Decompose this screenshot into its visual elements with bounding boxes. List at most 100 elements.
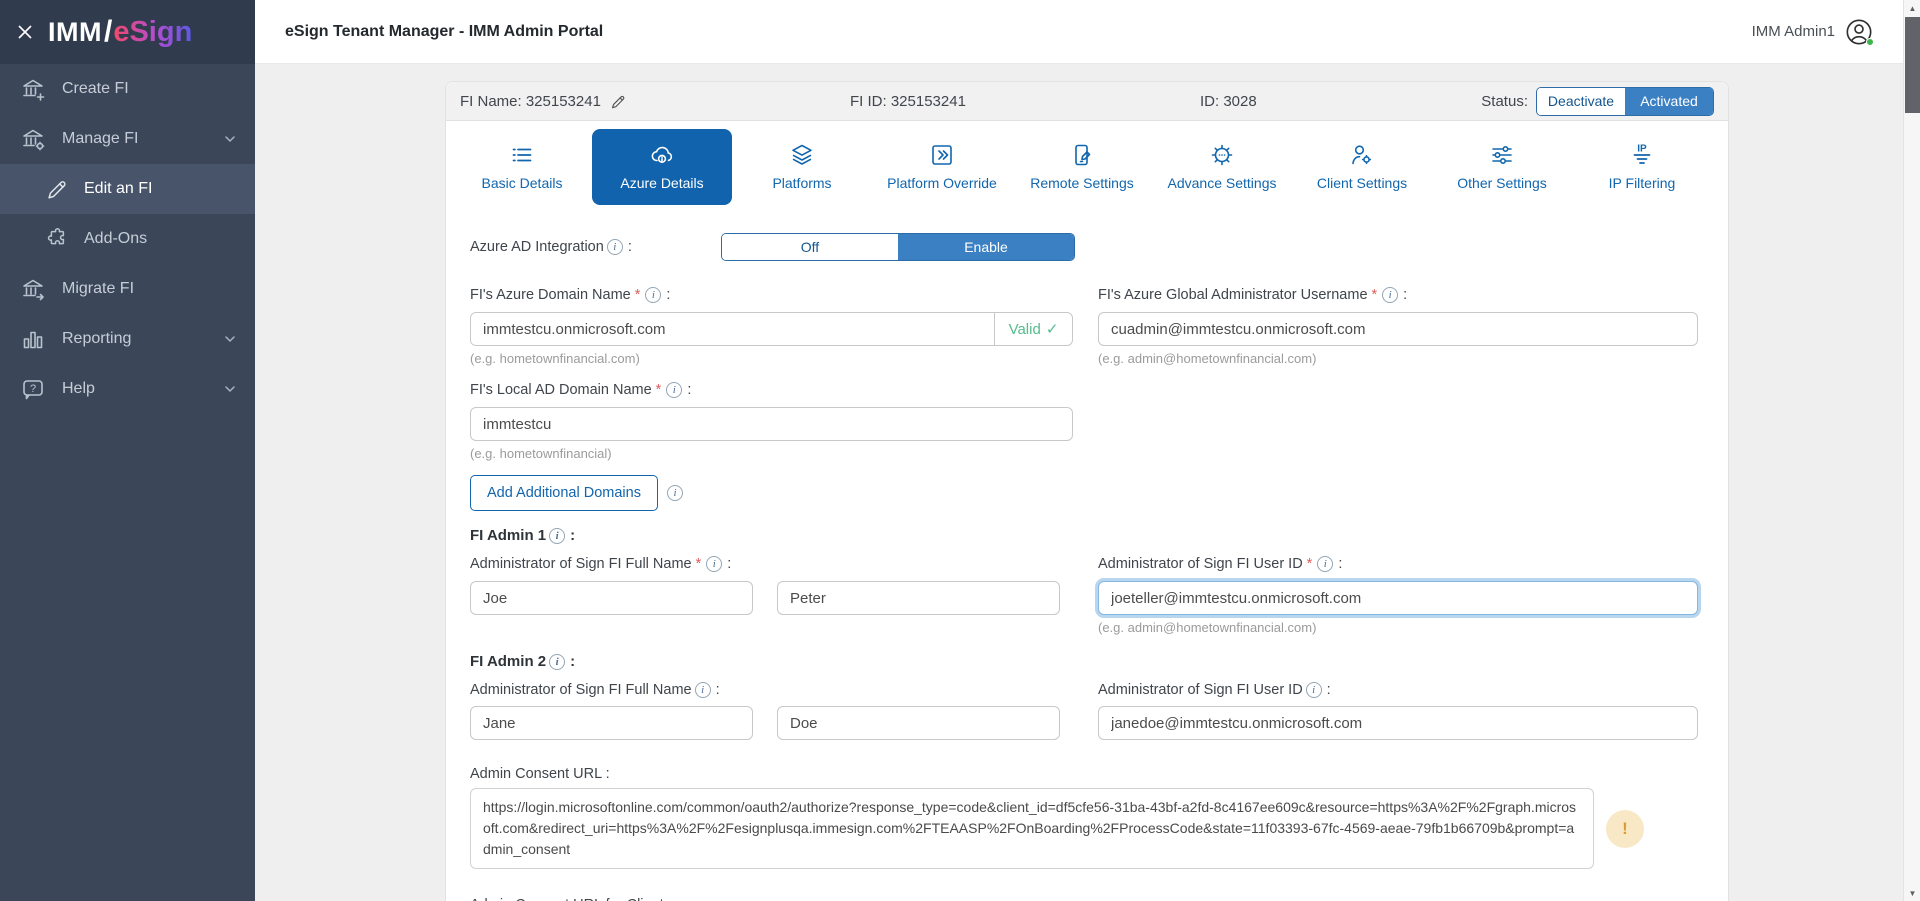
tab-bar: Basic Details Azure Details Platforms Pl… [446,121,1728,205]
deactivate-button[interactable]: Deactivate [1537,87,1625,115]
layers-icon [789,142,815,168]
sidebar-item-edit-an-fi[interactable]: Edit an FI [0,164,255,214]
tab-label: Basic Details [481,175,563,191]
puzzle-icon [44,227,68,251]
info-icon[interactable]: i [1317,556,1334,572]
tab-platform-override[interactable]: Platform Override [872,129,1012,205]
edit-fi-name-icon[interactable] [609,93,626,110]
close-icon[interactable] [14,21,36,43]
tab-label: Client Settings [1316,175,1408,191]
top-header: eSign Tenant Manager - IMM Admin Portal … [255,0,1903,64]
cloud-info-icon [649,142,675,168]
admin2-user-id-input[interactable] [1098,706,1698,740]
help-bubble-icon: ? [20,376,46,402]
fi-info-bar: FI Name: 325153241 FI ID: 325153241 ID: … [446,82,1728,121]
admin1-full-name-label: Administrator of Sign FI Full Name * i : [470,556,732,572]
bank-arrow-icon [20,276,46,302]
add-additional-domains-button[interactable]: Add Additional Domains [470,475,658,511]
info-icon[interactable]: i [706,556,723,572]
info-icon[interactable]: i [549,653,566,670]
chevron-down-icon [223,332,237,346]
tab-azure-details[interactable]: Azure Details [592,129,732,205]
info-icon[interactable]: i [549,527,566,544]
admin2-last-name-input[interactable] [777,706,1060,740]
tab-label: Remote Settings [1030,175,1134,191]
tab-label: Advance Settings [1167,175,1277,191]
valid-badge: Valid ✓ [994,313,1072,345]
ip-filter-icon: IP [1629,142,1655,168]
sidebar-header: IMM / eSign [0,0,255,64]
tab-client-settings[interactable]: Client Settings [1292,129,1432,205]
admin-consent-url-value: https://login.microsoftonline.com/common… [470,788,1594,869]
admin1-first-name-input[interactable] [470,581,753,615]
admin2-first-name-input[interactable] [470,706,753,740]
sidebar-item-label: Reporting [62,330,132,347]
user-menu[interactable]: IMM Admin1 [1751,18,1874,46]
pencil-icon [44,177,68,201]
azure-ad-integration-label: Azure AD Integration i : [470,239,632,255]
admin-consent-url-label: Admin Consent URL : [470,766,610,782]
scroll-up-arrow-icon[interactable]: ▲ [1904,0,1920,16]
tab-ip-filtering[interactable]: IP IP Filtering [1572,129,1712,205]
svg-text:IP: IP [1637,144,1647,155]
imm-esign-logo: IMM / eSign [48,15,192,49]
sidebar-item-label: Migrate FI [62,280,135,297]
sidebar-item-manage-fi[interactable]: Manage FI [0,114,255,164]
online-status-dot [1866,37,1874,46]
info-icon[interactable]: i [606,239,623,255]
admin1-user-id-input[interactable] [1098,581,1698,615]
sidebar-item-label: Add-Ons [84,230,148,247]
scroll-down-arrow-icon[interactable]: ▼ [1904,885,1920,901]
chevron-down-icon [223,382,237,396]
info-icon[interactable]: i [666,485,683,501]
tab-label: Platform Override [887,175,997,191]
global-admin-input[interactable] [1098,312,1698,346]
admin1-user-id-label: Administrator of Sign FI User ID * i : [1098,556,1343,572]
sidebar-item-create-fi[interactable]: Create FI [0,64,255,114]
info-icon[interactable]: i [1305,682,1322,698]
fi-details-card: FI Name: 325153241 FI ID: 325153241 ID: … [445,81,1729,901]
sidebar-item-reporting[interactable]: Reporting [0,314,255,364]
bank-gear-icon [20,126,46,152]
info-icon[interactable]: i [694,682,711,698]
sliders-icon [1489,142,1515,168]
info-icon[interactable]: i [666,382,683,398]
tab-remote-settings[interactable]: Remote Settings [1012,129,1152,205]
azure-details-form: Azure AD Integration i : Off Enable FI's… [446,205,1728,901]
info-icon[interactable]: i [645,287,662,303]
svg-text:?: ? [30,383,36,395]
local-ad-input[interactable] [470,407,1073,441]
sidebar-item-label: Help [62,380,95,397]
logo-slash: / [103,15,113,48]
sidebar-item-add-ons[interactable]: Add-Ons [0,214,255,264]
avatar[interactable] [1845,18,1874,46]
sidebar-item-help[interactable]: ? Help [0,364,255,414]
fi-admin1-heading: FI Admin 1 i : [470,527,576,544]
local-ad-hint: (e.g. hometownfinancial) [470,446,612,461]
admin1-last-name-input[interactable] [777,581,1060,615]
status-label: Status: [1481,92,1528,110]
activated-button[interactable]: Activated [1625,87,1713,115]
tab-advance-settings[interactable]: Advance Settings [1152,129,1292,205]
admin1-user-id-hint: (e.g. admin@hometownfinancial.com) [1098,620,1317,635]
sidebar-item-label: Manage FI [62,130,139,147]
azure-domain-input[interactable] [471,313,994,345]
box-forward-icon [929,142,955,168]
info-icon[interactable]: i [1382,287,1399,303]
toggle-off-button[interactable]: Off [722,234,898,260]
main-content: FI Name: 325153241 FI ID: 325153241 ID: … [255,64,1903,901]
sidebar-item-migrate-fi[interactable]: Migrate FI [0,264,255,314]
tab-label: IP Filtering [1608,175,1676,191]
warning-icon[interactable]: ! [1606,809,1644,848]
fi-id-text: FI ID: 325153241 [850,92,966,110]
device-pencil-icon [1069,142,1095,168]
tab-basic-details[interactable]: Basic Details [452,129,592,205]
user-name: IMM Admin1 [1751,23,1835,40]
scrollbar-thumb[interactable] [1905,17,1920,113]
page-title: eSign Tenant Manager - IMM Admin Portal [285,22,604,40]
admin2-full-name-label: Administrator of Sign FI Full Name i : [470,682,720,698]
check-icon: ✓ [1045,321,1059,338]
tab-other-settings[interactable]: Other Settings [1432,129,1572,205]
tab-platforms[interactable]: Platforms [732,129,872,205]
toggle-enable-button[interactable]: Enable [898,234,1074,260]
